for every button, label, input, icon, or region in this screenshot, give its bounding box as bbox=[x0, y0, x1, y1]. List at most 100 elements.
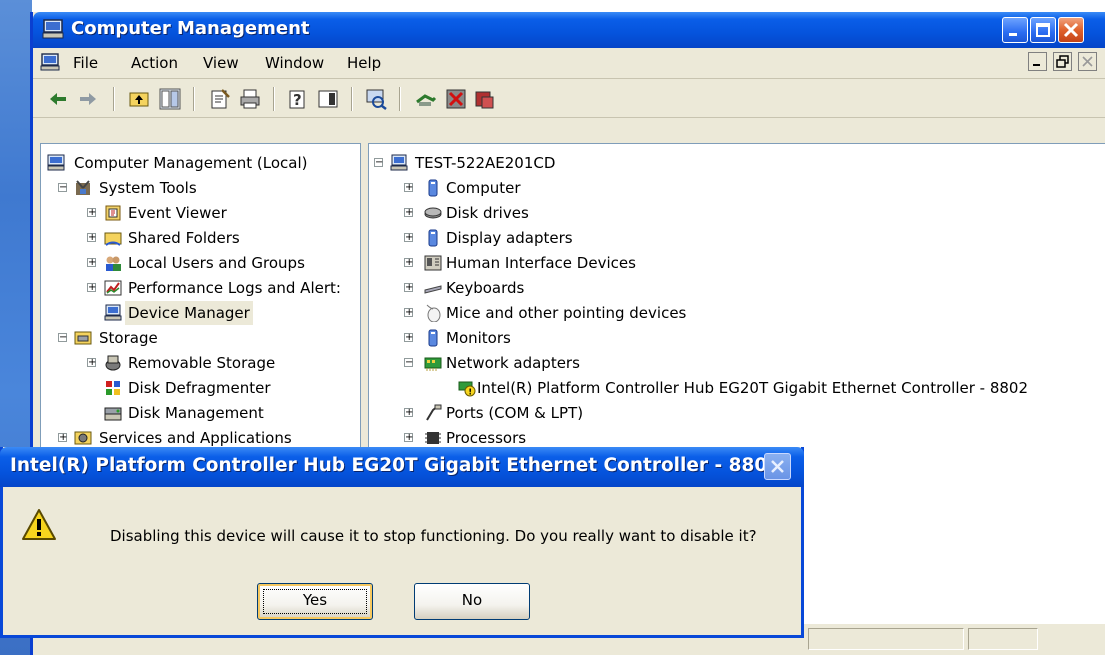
monitor-icon bbox=[428, 329, 438, 347]
print-icon[interactable] bbox=[239, 88, 261, 110]
expand-toggle[interactable]: + bbox=[87, 208, 96, 218]
network-adapter-icon bbox=[424, 357, 442, 371]
menu-window[interactable]: Window bbox=[265, 54, 324, 72]
action-pane-icon[interactable] bbox=[317, 88, 339, 110]
shared-folders-icon bbox=[104, 232, 122, 246]
event-viewer-icon bbox=[105, 205, 121, 221]
collapse-toggle[interactable]: − bbox=[58, 333, 67, 343]
tree-node-label: Shared Folders bbox=[128, 229, 240, 247]
toolbar-separator bbox=[113, 87, 115, 111]
dialog-message: Disabling this device will cause it to s… bbox=[110, 527, 757, 545]
device-node-label: TEST-522AE201CD bbox=[415, 154, 556, 172]
mdi-minimize-button[interactable] bbox=[1028, 52, 1048, 71]
device-node-label: Mice and other pointing devices bbox=[446, 304, 687, 322]
tree-node-label: Removable Storage bbox=[128, 354, 276, 372]
users-groups-icon bbox=[106, 256, 121, 271]
device-node-label: Keyboards bbox=[446, 279, 525, 297]
device-node-label: Human Interface Devices bbox=[446, 254, 636, 272]
disable-device-icon[interactable] bbox=[445, 88, 467, 110]
toolbar-separator bbox=[399, 87, 401, 111]
top-strip bbox=[0, 0, 1105, 12]
svg-text:?: ? bbox=[293, 91, 302, 109]
expand-toggle[interactable]: + bbox=[404, 183, 413, 193]
back-arrow-icon[interactable] bbox=[47, 88, 69, 110]
hid-icon bbox=[424, 255, 442, 271]
close-button[interactable] bbox=[1058, 17, 1084, 43]
no-button[interactable]: No bbox=[414, 583, 530, 620]
document-window-icon[interactable] bbox=[40, 53, 60, 71]
computer-management-icon bbox=[47, 154, 65, 171]
tree-node-label: Computer Management (Local) bbox=[74, 154, 308, 172]
device-manager-icon bbox=[104, 304, 122, 321]
menu-help[interactable]: Help bbox=[347, 54, 381, 72]
uninstall-device-icon[interactable] bbox=[473, 88, 495, 110]
yes-button[interactable]: Yes bbox=[257, 583, 373, 620]
help-icon[interactable]: ? bbox=[287, 88, 309, 110]
svg-text:!: ! bbox=[468, 388, 472, 397]
status-cell bbox=[968, 628, 1038, 650]
expand-toggle[interactable]: + bbox=[87, 258, 96, 268]
up-folder-icon[interactable] bbox=[128, 88, 150, 110]
menu-file[interactable]: File bbox=[73, 54, 98, 72]
tree-node-label: Disk Defragmenter bbox=[128, 379, 271, 397]
dialog-titlebar[interactable]: Intel(R) Platform Controller Hub EG20T G… bbox=[0, 447, 804, 487]
mdi-close-button[interactable] bbox=[1078, 52, 1097, 71]
window-titlebar[interactable]: Computer Management bbox=[33, 12, 1105, 48]
minimize-button[interactable] bbox=[1002, 17, 1028, 43]
expand-toggle[interactable]: + bbox=[404, 283, 413, 293]
status-cell bbox=[808, 628, 964, 650]
toolbar: ? bbox=[33, 79, 1105, 118]
expand-toggle[interactable]: + bbox=[87, 233, 96, 243]
toolbar-separator bbox=[351, 87, 353, 111]
forward-arrow-icon[interactable] bbox=[77, 88, 99, 110]
computer-category-icon bbox=[428, 179, 438, 197]
collapse-toggle[interactable]: − bbox=[374, 158, 383, 168]
expand-toggle[interactable]: + bbox=[404, 433, 413, 443]
device-node-label: Intel(R) Platform Controller Hub EG20T G… bbox=[477, 379, 1029, 397]
device-node-label: Network adapters bbox=[446, 354, 580, 372]
tree-node-label: Performance Logs and Alert: bbox=[128, 279, 341, 297]
dialog-title: Intel(R) Platform Controller Hub EG20T G… bbox=[10, 455, 781, 476]
mouse-icon bbox=[426, 304, 441, 322]
computer-icon bbox=[390, 154, 408, 171]
update-driver-icon[interactable] bbox=[415, 88, 437, 110]
menu-view[interactable]: View bbox=[203, 54, 239, 72]
expand-toggle[interactable]: + bbox=[404, 258, 413, 268]
close-icon bbox=[1063, 22, 1079, 38]
no-button-label: No bbox=[461, 591, 483, 609]
scan-hardware-icon[interactable] bbox=[365, 88, 387, 110]
toolbar-separator bbox=[193, 87, 195, 111]
disk-drive-icon bbox=[424, 207, 442, 219]
collapse-toggle[interactable]: − bbox=[404, 358, 413, 368]
expand-toggle[interactable]: + bbox=[404, 308, 413, 318]
minimize-icon bbox=[1009, 33, 1017, 36]
computer-management-app-icon bbox=[42, 19, 64, 39]
mdi-minimize-icon bbox=[1033, 64, 1041, 66]
keyboard-icon bbox=[424, 285, 442, 294]
expand-toggle[interactable]: + bbox=[404, 333, 413, 343]
services-applications-icon bbox=[74, 431, 92, 445]
tree-node-label: Storage bbox=[99, 329, 158, 347]
device-node-label: Monitors bbox=[446, 329, 511, 347]
disable-device-dialog: Intel(R) Platform Controller Hub EG20T G… bbox=[0, 447, 804, 638]
menu-action[interactable]: Action bbox=[131, 54, 178, 72]
expand-toggle[interactable]: + bbox=[404, 208, 413, 218]
expand-toggle[interactable]: + bbox=[404, 408, 413, 418]
properties-icon[interactable] bbox=[209, 88, 231, 110]
tree-node-label: Event Viewer bbox=[128, 204, 227, 222]
expand-toggle[interactable]: + bbox=[58, 433, 67, 443]
disk-management-icon bbox=[104, 407, 122, 421]
system-tools-icon bbox=[76, 180, 90, 195]
maximize-button[interactable] bbox=[1030, 17, 1056, 43]
show-hide-tree-icon[interactable] bbox=[159, 88, 181, 110]
network-card-warning-icon: ! bbox=[458, 381, 476, 397]
removable-storage-icon bbox=[105, 355, 121, 371]
toolbar-separator bbox=[273, 87, 275, 111]
expand-toggle[interactable]: + bbox=[87, 283, 96, 293]
mdi-restore-button[interactable] bbox=[1053, 52, 1073, 71]
warning-icon bbox=[22, 509, 56, 540]
expand-toggle[interactable]: + bbox=[404, 233, 413, 243]
expand-toggle[interactable]: + bbox=[87, 358, 96, 368]
dialog-close-button[interactable] bbox=[764, 453, 791, 480]
collapse-toggle[interactable]: − bbox=[58, 183, 67, 193]
